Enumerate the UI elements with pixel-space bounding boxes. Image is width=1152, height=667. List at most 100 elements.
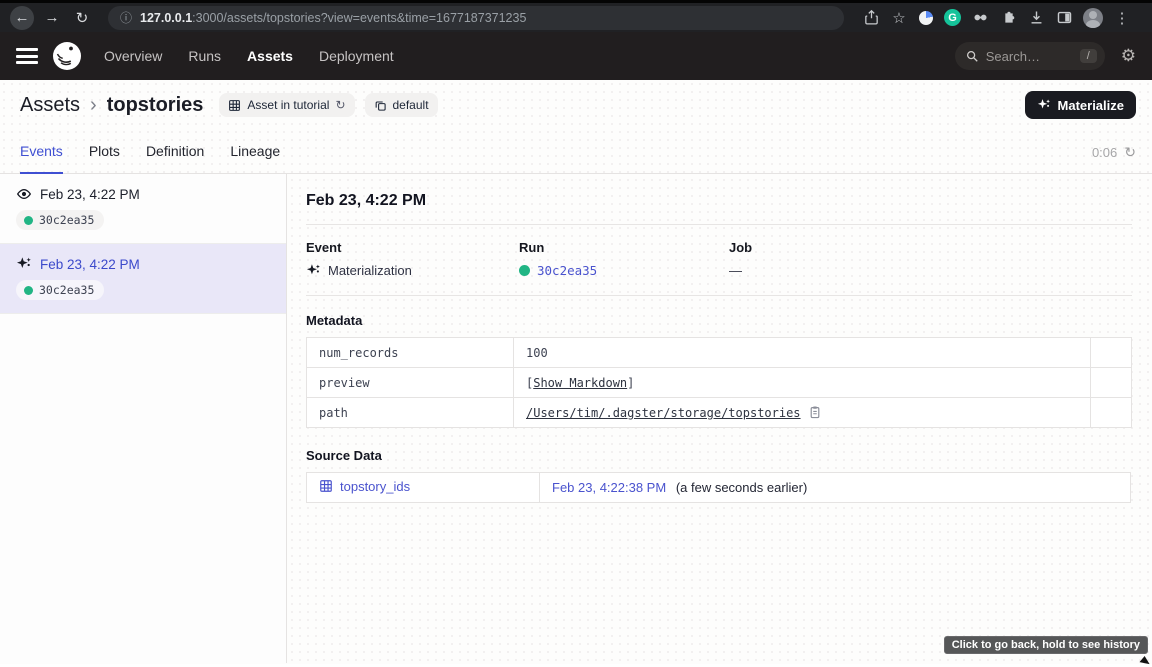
copy-clipboard-icon[interactable] xyxy=(808,405,822,419)
primary-nav: Overview Runs Assets Deployment xyxy=(104,48,394,64)
browser-back-button[interactable]: ← xyxy=(10,6,34,30)
address-bar[interactable]: ⓘ 127.0.0.1:3000/assets/topstories?view=… xyxy=(108,6,844,30)
run-status-dot xyxy=(24,286,33,295)
metadata-empty-cell xyxy=(1091,338,1132,368)
run-id-pill[interactable]: 30c2ea35 xyxy=(16,280,104,300)
dagster-logo-icon[interactable] xyxy=(52,41,82,71)
event-list-item-observation[interactable]: Feb 23, 4:22 PM 30c2ea35 xyxy=(0,174,286,244)
share-icon[interactable] xyxy=(862,9,880,27)
tab-plots[interactable]: Plots xyxy=(89,130,120,174)
source-data-heading: Source Data xyxy=(306,448,1132,463)
table-row: num_records 100 xyxy=(307,338,1132,368)
sparkle-icon xyxy=(1037,98,1051,112)
tab-lineage[interactable]: Lineage xyxy=(230,130,280,174)
eye-observation-icon xyxy=(16,186,32,202)
metadata-key: preview xyxy=(307,368,514,398)
source-asset-name: topstory_ids xyxy=(340,479,410,494)
job-empty-value: — xyxy=(729,263,742,278)
path-link[interactable]: /Users/tim/.dagster/storage/topstories xyxy=(526,406,801,420)
browser-reload-button[interactable]: ↻ xyxy=(70,6,94,30)
event-summary-row: Event Materialization Run 30c2ea35 xyxy=(306,240,1132,278)
metadata-value: [Show Markdown] xyxy=(514,368,1091,398)
downloads-icon[interactable] xyxy=(1027,9,1045,27)
job-label: Job xyxy=(729,240,1132,255)
app-navbar: Overview Runs Assets Deployment Search… … xyxy=(0,32,1152,80)
nav-item-overview[interactable]: Overview xyxy=(104,48,162,64)
stack-icon xyxy=(374,99,387,112)
grammarly-extension-icon[interactable]: G xyxy=(944,9,961,26)
content-area: Feb 23, 4:22 PM 30c2ea35 Feb 23, 4:22 PM xyxy=(0,174,1152,663)
tag-asset-in-tutorial-label: Asset in tutorial xyxy=(247,98,329,112)
back-button-history-tooltip: Click to go back, hold to see history xyxy=(944,636,1148,654)
run-label: Run xyxy=(519,240,729,255)
breadcrumb: Assets › topstories xyxy=(20,94,203,117)
page-background: Assets › topstories Asset in tutorial ↻ … xyxy=(0,80,1152,664)
metadata-empty-cell xyxy=(1091,398,1132,428)
event-column: Event Materialization xyxy=(306,240,519,278)
breadcrumb-assets-link[interactable]: Assets xyxy=(20,94,80,117)
side-panel-icon[interactable] xyxy=(1055,9,1073,27)
extensions-puzzle-icon[interactable] xyxy=(999,9,1017,27)
sparkle-materialization-icon xyxy=(306,263,321,278)
nav-item-deployment[interactable]: Deployment xyxy=(319,48,394,64)
search-input[interactable]: Search… / xyxy=(955,42,1105,70)
metadata-table: num_records 100 preview [Show Markdown] … xyxy=(306,337,1132,428)
materialize-button-label: Materialize xyxy=(1058,98,1124,113)
tag-default-group[interactable]: default xyxy=(365,93,438,117)
goggles-extension-icon[interactable] xyxy=(971,9,989,27)
breadcrumb-chevron-icon: › xyxy=(90,94,97,117)
bookmark-star-icon[interactable]: ☆ xyxy=(890,9,908,27)
materialize-button[interactable]: Materialize xyxy=(1025,91,1136,119)
asset-title: topstories xyxy=(107,94,204,117)
site-info-icon[interactable]: ⓘ xyxy=(120,9,132,26)
event-list-item-materialization[interactable]: Feb 23, 4:22 PM 30c2ea35 xyxy=(0,244,286,314)
run-id: 30c2ea35 xyxy=(39,283,94,297)
tab-events[interactable]: Events xyxy=(20,130,63,174)
run-id-pill[interactable]: 30c2ea35 xyxy=(16,210,104,230)
run-id-link[interactable]: 30c2ea35 xyxy=(537,263,597,278)
refresh-icon[interactable]: ↻ xyxy=(1124,144,1136,161)
screen: ← → ↻ ⓘ 127.0.0.1:3000/assets/topstories… xyxy=(0,0,1152,667)
metadata-value: 100 xyxy=(514,338,1091,368)
search-placeholder: Search… xyxy=(986,49,1073,64)
metadata-key: path xyxy=(307,398,514,428)
event-detail-panel: Feb 23, 4:22 PM Event Materialization Ru… xyxy=(287,174,1152,663)
metadata-empty-cell xyxy=(1091,368,1132,398)
run-status-dot xyxy=(24,216,33,225)
table-row: preview [Show Markdown] xyxy=(307,368,1132,398)
run-status-dot xyxy=(519,265,530,276)
tag-refresh-icon[interactable]: ↻ xyxy=(335,98,345,112)
browser-menu-kebab-icon[interactable]: ⋮ xyxy=(1113,9,1131,27)
source-asset-link[interactable]: topstory_ids xyxy=(319,479,410,494)
source-timestamp-link[interactable]: Feb 23, 4:22:38 PM xyxy=(552,480,666,495)
navbar-right: Search… / ⚙ xyxy=(955,42,1136,70)
tag-asset-in-tutorial[interactable]: Asset in tutorial ↻ xyxy=(219,93,354,117)
grid-icon xyxy=(228,99,241,112)
url-host: 127.0.0.1 xyxy=(140,11,192,25)
source-asset-cell: topstory_ids xyxy=(307,473,540,503)
metadata-value: /Users/tim/.dagster/storage/topstories xyxy=(514,398,1091,428)
settings-gear-icon[interactable]: ⚙ xyxy=(1121,46,1136,66)
browser-actions: ☆ G ⋮ xyxy=(862,8,1131,28)
show-markdown-link[interactable]: Show Markdown xyxy=(533,376,627,390)
divider xyxy=(306,224,1132,225)
asset-tabs: Events Plots Definition Lineage 0:06 ↻ xyxy=(0,130,1152,174)
url-text: 127.0.0.1:3000/assets/topstories?view=ev… xyxy=(140,11,526,25)
event-label: Event xyxy=(306,240,519,255)
bracket: ] xyxy=(627,376,634,390)
auto-refresh-timer: 0:06 ↻ xyxy=(1092,130,1136,174)
tag-default-label: default xyxy=(393,98,429,112)
event-timestamp: Feb 23, 4:22 PM xyxy=(40,187,140,202)
event-list-sidebar: Feb 23, 4:22 PM 30c2ea35 Feb 23, 4:22 PM xyxy=(0,174,287,663)
metadata-key: num_records xyxy=(307,338,514,368)
profile-avatar[interactable] xyxy=(1083,8,1103,28)
hamburger-menu-icon[interactable] xyxy=(16,48,38,64)
sparkle-materialization-icon xyxy=(16,256,32,272)
table-row: topstory_ids Feb 23, 4:22:38 PM (a few s… xyxy=(307,473,1131,503)
extension-circle-icon[interactable] xyxy=(918,10,934,26)
nav-item-runs[interactable]: Runs xyxy=(188,48,221,64)
tab-definition[interactable]: Definition xyxy=(146,130,204,174)
nav-item-assets[interactable]: Assets xyxy=(247,48,293,64)
browser-forward-button[interactable]: → xyxy=(40,6,64,30)
source-data-table: topstory_ids Feb 23, 4:22:38 PM (a few s… xyxy=(306,472,1131,503)
